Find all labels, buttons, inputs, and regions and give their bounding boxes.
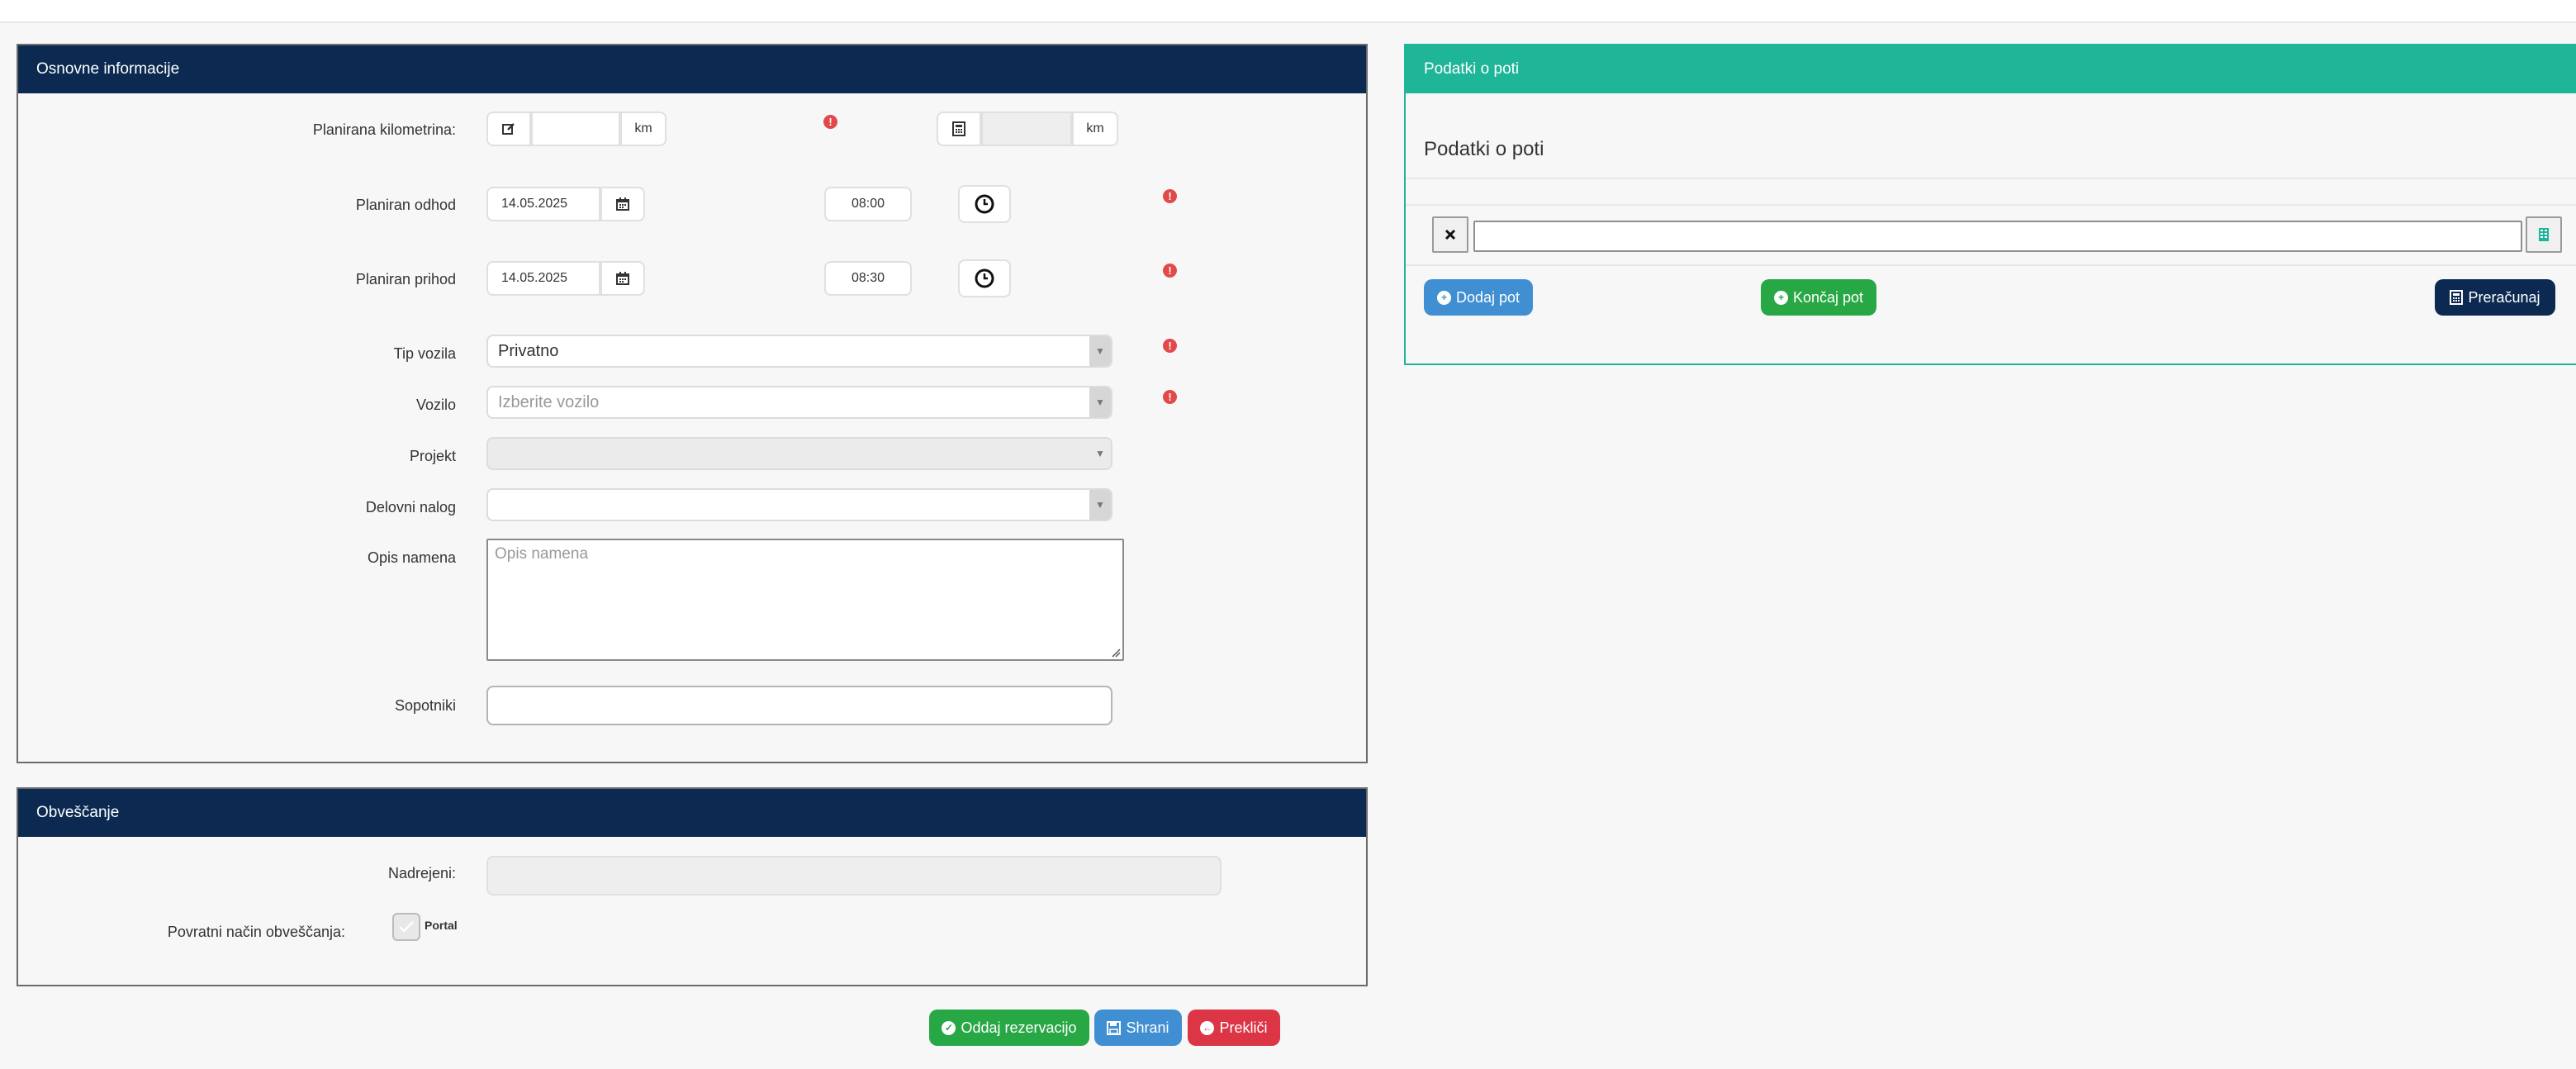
vehicle-type-value: Privatno	[498, 341, 559, 360]
basic-info-title: Osnovne informacije	[18, 45, 1366, 93]
arrival-label: Planiran prihod	[355, 271, 456, 287]
vehicle-type-select[interactable]: Privatno ▼	[486, 335, 1112, 368]
calculator-icon	[2450, 290, 2464, 305]
vehicle-select[interactable]: Izberite vozilo ▼	[486, 386, 1112, 419]
calculated-km-unit: km	[1072, 112, 1118, 146]
purpose-textarea[interactable]: Opis namena	[486, 539, 1124, 661]
arrival-date-input[interactable]: 14.05.2025	[486, 261, 600, 296]
edit-icon	[502, 123, 515, 135]
clock-icon	[975, 268, 994, 288]
project-label: Projekt	[409, 448, 456, 464]
add-route-button[interactable]: + Dodaj pot	[1424, 279, 1533, 316]
plus-circle-icon: +	[1436, 290, 1451, 305]
arrow-circle-left-icon: ←	[1200, 1020, 1215, 1035]
vehicle-error-icon: !	[1163, 390, 1177, 404]
chevron-down-icon: ▼	[1089, 490, 1111, 520]
chevron-down-icon: ▼	[1095, 448, 1105, 459]
work-order-select[interactable]: ▼	[486, 488, 1112, 521]
stop-input[interactable]	[1473, 221, 2522, 252]
departure-time-input[interactable]: 08:00	[824, 187, 912, 221]
recalculate-button[interactable]: Preračunaj	[2435, 279, 2555, 316]
vehicle-type-label: Tip vozila	[393, 345, 456, 362]
add-route-label: Dodaj pot	[1455, 288, 1520, 306]
cancel-button[interactable]: ← Prekliči	[1188, 1010, 1280, 1046]
save-button[interactable]: Shrani	[1094, 1010, 1182, 1046]
passengers-input[interactable]	[486, 686, 1112, 725]
chevron-down-icon: ▼	[1089, 387, 1111, 417]
departure-date-input[interactable]: 14.05.2025	[486, 187, 600, 221]
basic-info-panel: Osnovne informacije Planirana kilometrin…	[17, 44, 1368, 763]
edit-km-button[interactable]	[486, 112, 531, 146]
planned-km-input[interactable]	[531, 112, 620, 146]
remove-stop-button[interactable]	[1432, 216, 1468, 253]
notification-title: Obveščanje	[18, 789, 1366, 837]
route-divider	[1406, 178, 2576, 179]
check-circle-icon: ✓	[942, 1020, 956, 1035]
route-divider	[1406, 264, 2576, 266]
departure-calendar-button[interactable]	[600, 187, 645, 221]
route-divider	[1406, 204, 2576, 206]
route-title: Podatki o poti	[1406, 45, 2576, 93]
check-icon	[399, 921, 414, 933]
close-icon	[1445, 229, 1456, 240]
resize-handle-icon[interactable]	[1111, 648, 1121, 658]
planned-km-unit: km	[620, 112, 667, 146]
route-heading: Podatki o poti	[1424, 138, 1544, 160]
arrival-error-icon: !	[1163, 264, 1177, 278]
supervisor-field	[486, 856, 1222, 896]
cancel-label: Prekliči	[1219, 1019, 1268, 1036]
supervisor-label: Nadrejeni:	[387, 865, 456, 881]
arrival-clock-button[interactable]	[958, 259, 1011, 297]
building-icon	[2539, 228, 2549, 241]
floppy-disk-icon	[1107, 1020, 1122, 1035]
finish-route-button[interactable]: + Končaj pot	[1761, 279, 1876, 316]
finish-route-label: Končaj pot	[1792, 288, 1864, 306]
vehicle-label: Vozilo	[415, 397, 456, 413]
top-bar	[0, 0, 2576, 23]
purpose-placeholder: Opis namena	[495, 545, 589, 563]
calendar-icon	[616, 197, 629, 211]
notification-panel: Obveščanje Nadrejeni: Povratni način obv…	[17, 787, 1368, 986]
recalculate-label: Preračunaj	[2468, 288, 2540, 306]
notification-method-label: Povratni način obveščanja:	[167, 924, 345, 940]
stop-location-button[interactable]	[2526, 216, 2562, 253]
departure-clock-button[interactable]	[958, 185, 1011, 223]
calculate-km-button[interactable]	[937, 112, 981, 146]
clock-icon	[975, 194, 994, 214]
planned-km-error-icon: !	[823, 115, 837, 129]
planned-km-label: Planirana kilometrina:	[312, 121, 456, 138]
vehicle-type-error-icon: !	[1163, 339, 1177, 353]
save-label: Shrani	[1126, 1019, 1169, 1036]
portal-label: Portal	[425, 919, 458, 932]
departure-label: Planiran odhod	[355, 197, 456, 213]
arrival-time-input[interactable]: 08:30	[824, 261, 912, 296]
chevron-down-icon: ▼	[1089, 336, 1111, 366]
submit-reservation-label: Oddaj rezervacijo	[961, 1019, 1077, 1036]
purpose-label: Opis namena	[367, 549, 456, 566]
submit-reservation-button[interactable]: ✓ Oddaj rezervacijo	[929, 1010, 1089, 1046]
calculated-km-field	[981, 112, 1072, 146]
arrival-calendar-button[interactable]	[600, 261, 645, 296]
passengers-label: Sopotniki	[394, 697, 456, 714]
portal-checkbox[interactable]	[392, 913, 420, 941]
vehicle-placeholder: Izberite vozilo	[498, 392, 600, 411]
route-panel: Podatki o poti Podatki o poti + Dodaj po…	[1404, 44, 2576, 365]
work-order-label: Delovni nalog	[365, 499, 456, 515]
project-select: ▼	[486, 437, 1112, 470]
plus-circle-icon: +	[1773, 290, 1788, 305]
calendar-icon	[616, 272, 629, 285]
departure-error-icon: !	[1163, 189, 1177, 203]
calculator-icon	[952, 121, 965, 136]
